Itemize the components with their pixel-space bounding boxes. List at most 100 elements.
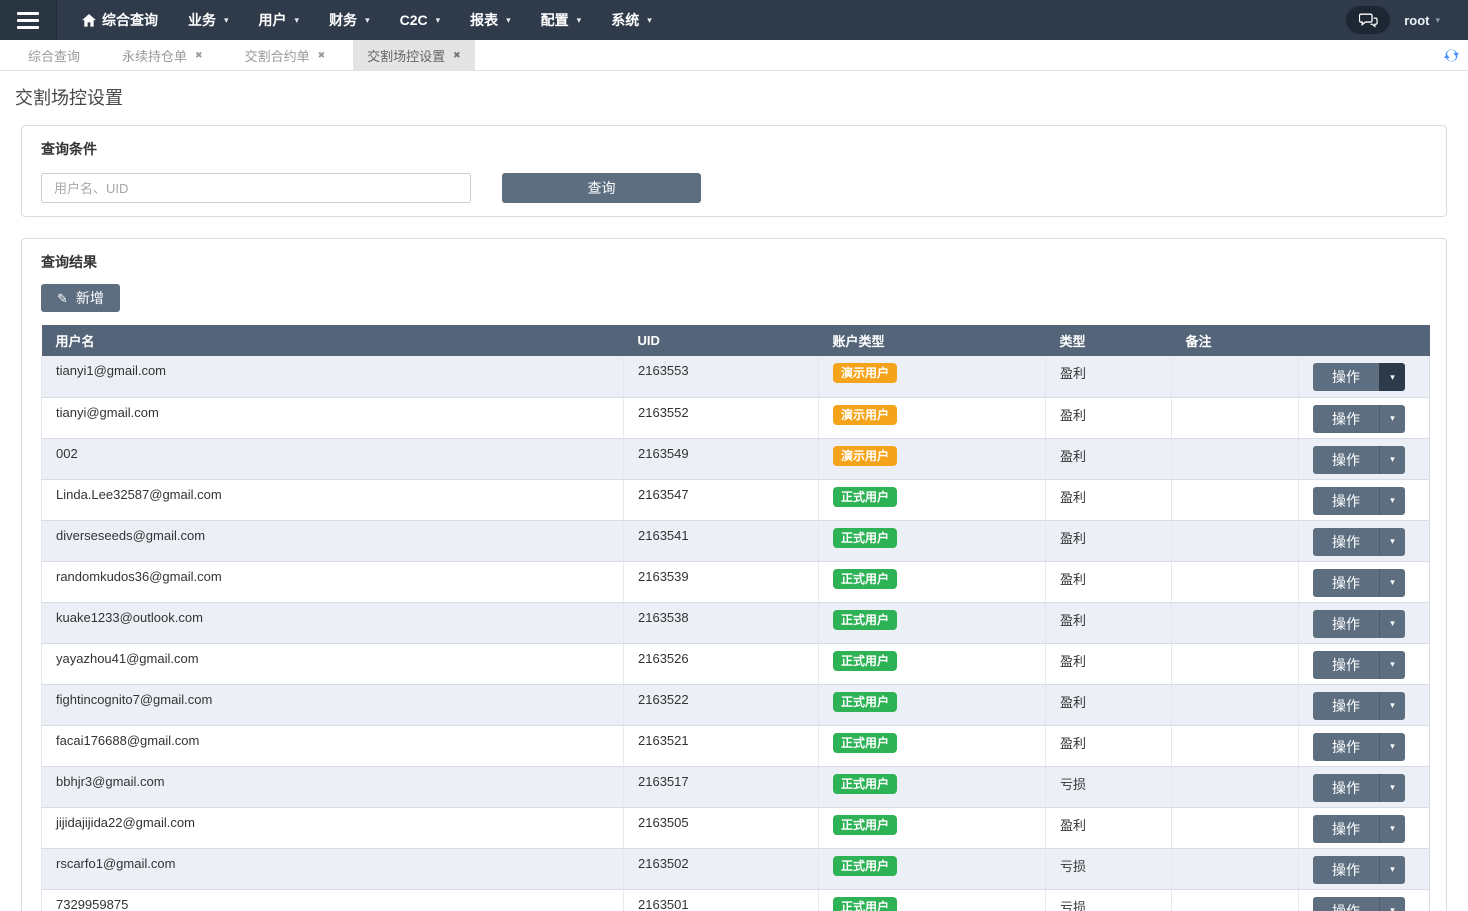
action-button[interactable]: 操作 bbox=[1313, 815, 1379, 843]
action-dropdown-toggle[interactable]: ▾ bbox=[1379, 487, 1405, 515]
tab-delivery-control-settings[interactable]: 交割场控设置 ✖ bbox=[353, 40, 475, 70]
cell-username: Linda.Lee32587@gmail.com bbox=[42, 479, 624, 520]
account-type-badge: 演示用户 bbox=[833, 446, 897, 466]
action-dropdown-toggle[interactable]: ▾ bbox=[1379, 733, 1405, 761]
nav-item-config[interactable]: 配置 ▾ bbox=[526, 0, 597, 40]
account-type-badge: 正式用户 bbox=[833, 774, 897, 794]
account-type-badge: 正式用户 bbox=[833, 815, 897, 835]
tab-perpetual-positions[interactable]: 永续持仓单 ✖ bbox=[108, 40, 217, 70]
close-icon[interactable]: ✖ bbox=[195, 50, 203, 61]
action-dropdown-toggle[interactable]: ▾ bbox=[1379, 528, 1405, 556]
cell-username: bbhjr3@gmail.com bbox=[42, 766, 624, 807]
cell-type: 盈利 bbox=[1046, 561, 1172, 602]
search-button[interactable]: 查询 bbox=[502, 173, 701, 203]
action-dropdown-toggle[interactable]: ▾ bbox=[1379, 815, 1405, 843]
cell-uid: 2163517 bbox=[624, 766, 819, 807]
nav-item-finance[interactable]: 财务 ▾ bbox=[314, 0, 385, 40]
action-button[interactable]: 操作 bbox=[1313, 405, 1379, 433]
cell-type: 盈利 bbox=[1046, 479, 1172, 520]
refresh-button[interactable] bbox=[1443, 47, 1460, 64]
cell-username: yayazhou41@gmail.com bbox=[42, 643, 624, 684]
tab-delivery-contracts[interactable]: 交割合约单 ✖ bbox=[231, 40, 340, 70]
nav-item-query[interactable]: 综合查询 bbox=[67, 0, 173, 40]
pencil-icon: ✎ bbox=[57, 292, 68, 305]
cell-uid: 2163526 bbox=[624, 643, 819, 684]
action-dropdown-toggle[interactable]: ▾ bbox=[1379, 569, 1405, 597]
cell-uid: 2163502 bbox=[624, 848, 819, 889]
table-row: Linda.Lee32587@gmail.com 2163547 正式用户 盈利… bbox=[42, 479, 1430, 520]
table-row: randomkudos36@gmail.com 2163539 正式用户 盈利 … bbox=[42, 561, 1430, 602]
table-header-row: 用户名 UID 账户类型 类型 备注 bbox=[42, 325, 1430, 356]
close-icon[interactable]: ✖ bbox=[318, 50, 326, 61]
messages-button[interactable] bbox=[1346, 6, 1390, 34]
action-dropdown-toggle[interactable]: ▾ bbox=[1379, 446, 1405, 474]
action-button[interactable]: 操作 bbox=[1313, 363, 1379, 391]
action-dropdown-toggle[interactable]: ▾ bbox=[1379, 856, 1405, 884]
col-account-type: 账户类型 bbox=[819, 325, 1046, 356]
cell-type: 亏损 bbox=[1046, 848, 1172, 889]
cell-username: rscarfo1@gmail.com bbox=[42, 848, 624, 889]
search-input[interactable] bbox=[41, 173, 471, 203]
chevron-down-icon: ▾ bbox=[224, 15, 229, 26]
action-dropdown-toggle[interactable]: ▾ bbox=[1379, 610, 1405, 638]
action-button[interactable]: 操作 bbox=[1313, 733, 1379, 761]
action-dropdown-toggle[interactable]: ▾ bbox=[1379, 651, 1405, 679]
nav-item-report[interactable]: 报表 ▾ bbox=[455, 0, 526, 40]
account-type-badge: 正式用户 bbox=[833, 856, 897, 876]
user-menu[interactable]: root ▾ bbox=[1404, 13, 1440, 28]
cell-uid: 2163541 bbox=[624, 520, 819, 561]
action-dropdown-toggle[interactable]: ▾ bbox=[1379, 897, 1405, 911]
table-row: tianyi1@gmail.com 2163553 演示用户 盈利 操作▾ bbox=[42, 356, 1430, 397]
col-username: 用户名 bbox=[42, 325, 624, 356]
nav-item-user[interactable]: 用户 ▾ bbox=[244, 0, 315, 40]
navbar-right: root ▾ bbox=[1346, 0, 1468, 40]
cell-remark bbox=[1172, 356, 1299, 397]
action-dropdown-toggle[interactable]: ▾ bbox=[1379, 363, 1405, 391]
action-button[interactable]: 操作 bbox=[1313, 610, 1379, 638]
cell-remark bbox=[1172, 397, 1299, 438]
cell-type: 盈利 bbox=[1046, 438, 1172, 479]
nav-item-c2c[interactable]: C2C ▾ bbox=[385, 0, 456, 40]
action-button[interactable]: 操作 bbox=[1313, 692, 1379, 720]
action-dropdown-toggle[interactable]: ▾ bbox=[1379, 774, 1405, 802]
chevron-down-icon: ▾ bbox=[577, 15, 582, 26]
action-button[interactable]: 操作 bbox=[1313, 651, 1379, 679]
cell-username: fightincognito7@gmail.com bbox=[42, 684, 624, 725]
query-panel: 查询条件 查询 bbox=[21, 125, 1447, 217]
nav-item-business[interactable]: 业务 ▾ bbox=[173, 0, 244, 40]
table-row: diverseseeds@gmail.com 2163541 正式用户 盈利 操… bbox=[42, 520, 1430, 561]
action-button[interactable]: 操作 bbox=[1313, 569, 1379, 597]
chevron-down-icon: ▾ bbox=[1435, 15, 1440, 26]
cell-remark bbox=[1172, 684, 1299, 725]
close-icon[interactable]: ✖ bbox=[453, 50, 461, 61]
cell-type: 盈利 bbox=[1046, 807, 1172, 848]
account-type-badge: 正式用户 bbox=[833, 569, 897, 589]
action-button[interactable]: 操作 bbox=[1313, 897, 1379, 911]
action-button[interactable]: 操作 bbox=[1313, 487, 1379, 515]
chevron-down-icon: ▾ bbox=[365, 15, 370, 26]
cell-remark bbox=[1172, 561, 1299, 602]
sidebar-toggle-button[interactable] bbox=[0, 0, 57, 40]
action-button[interactable]: 操作 bbox=[1313, 446, 1379, 474]
chat-icon bbox=[1359, 13, 1378, 28]
username-label: root bbox=[1404, 13, 1429, 28]
cell-type: 盈利 bbox=[1046, 684, 1172, 725]
cell-uid: 2163547 bbox=[624, 479, 819, 520]
page-title: 交割场控设置 bbox=[15, 84, 1468, 110]
action-button[interactable]: 操作 bbox=[1313, 774, 1379, 802]
cell-type: 亏损 bbox=[1046, 766, 1172, 807]
table-row: jijidajijida22@gmail.com 2163505 正式用户 盈利… bbox=[42, 807, 1430, 848]
table-row: yayazhou41@gmail.com 2163526 正式用户 盈利 操作▾ bbox=[42, 643, 1430, 684]
action-button[interactable]: 操作 bbox=[1313, 856, 1379, 884]
account-type-badge: 正式用户 bbox=[833, 487, 897, 507]
cell-uid: 2163539 bbox=[624, 561, 819, 602]
cell-remark bbox=[1172, 807, 1299, 848]
cell-uid: 2163505 bbox=[624, 807, 819, 848]
action-button[interactable]: 操作 bbox=[1313, 528, 1379, 556]
col-type: 类型 bbox=[1046, 325, 1172, 356]
tab-query[interactable]: 综合查询 bbox=[14, 40, 94, 70]
action-dropdown-toggle[interactable]: ▾ bbox=[1379, 405, 1405, 433]
nav-item-system[interactable]: 系统 ▾ bbox=[596, 0, 667, 40]
action-dropdown-toggle[interactable]: ▾ bbox=[1379, 692, 1405, 720]
add-button[interactable]: ✎ 新增 bbox=[41, 284, 120, 312]
